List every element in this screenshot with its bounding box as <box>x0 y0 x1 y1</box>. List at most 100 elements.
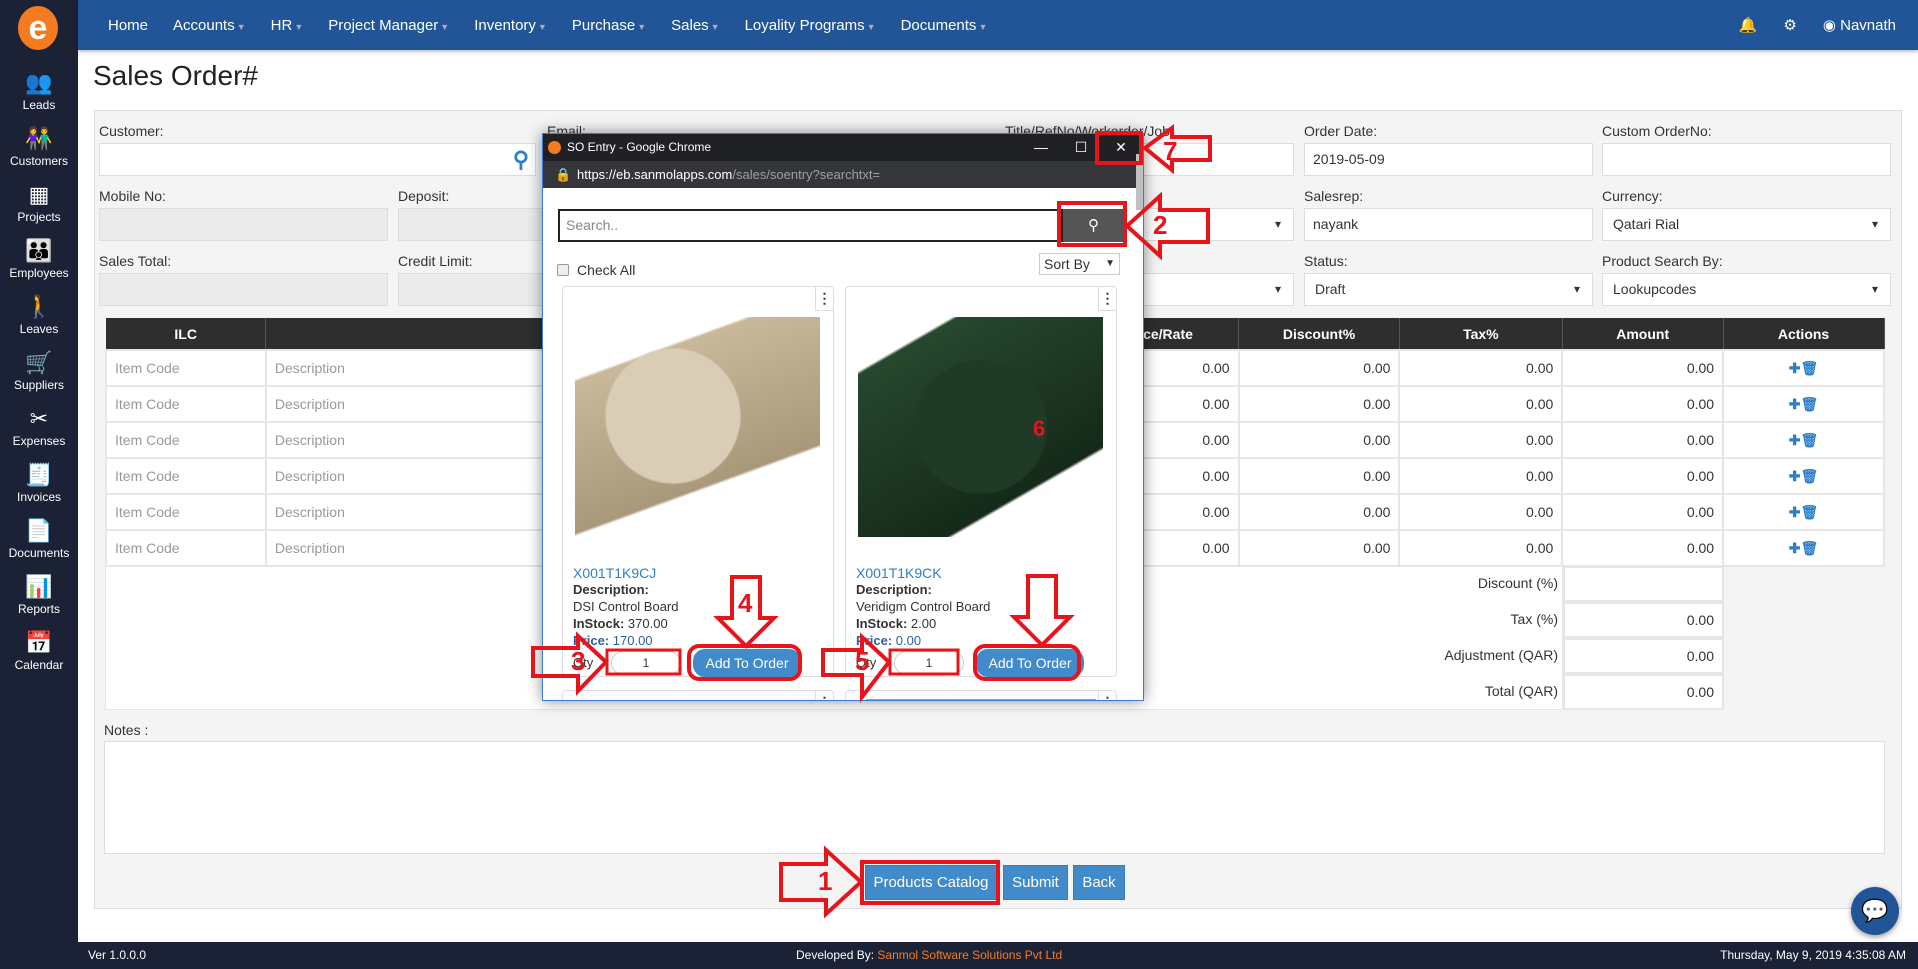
chat-icon[interactable]: 💬 <box>1851 887 1899 935</box>
product-code-link[interactable]: X001T1K9CK <box>856 565 942 581</box>
nav-loyality-programs[interactable]: Loyality Programs ▼ <box>745 17 876 34</box>
nav-documents[interactable]: Documents ▼ <box>901 17 988 34</box>
more-options-icon[interactable]: ⋮ <box>1098 287 1116 311</box>
trash-icon[interactable]: 🗑 <box>1801 504 1819 520</box>
status-select[interactable]: Draft <box>1304 273 1593 306</box>
discount-input[interactable]: 0.00 <box>1237 385 1401 423</box>
add-row-icon[interactable]: ✚ <box>1789 504 1801 520</box>
tax-input[interactable]: 0.00 <box>1398 349 1564 387</box>
maximize-button[interactable]: ☐ <box>1061 134 1101 161</box>
tax-input[interactable]: 0.00 <box>1398 529 1564 567</box>
currency-select[interactable]: Qatari Rial <box>1602 208 1891 241</box>
sidebar-item-documents[interactable]: 📄 Documents <box>0 518 78 560</box>
product-search-select[interactable]: Lookupcodes <box>1602 273 1891 306</box>
trash-icon[interactable]: 🗑 <box>1801 396 1819 412</box>
nav-purchase[interactable]: Purchase ▼ <box>572 17 646 34</box>
customer-input[interactable]: ⚲ <box>99 143 536 176</box>
check-all-checkbox[interactable] <box>557 264 569 276</box>
qty-input[interactable]: 1 <box>611 651 681 675</box>
row-actions: ✚🗑 <box>1722 349 1885 387</box>
summary-value[interactable] <box>1563 566 1724 602</box>
nav-project-manager[interactable]: Project Manager ▼ <box>328 17 449 34</box>
so-entry-popup-window: SO Entry - Google Chrome — ☐ ✕ 🔒 https:/… <box>542 133 1144 701</box>
scrollbar[interactable] <box>1136 154 1143 210</box>
sidebar-item-suppliers[interactable]: 🛒 Suppliers <box>0 350 78 392</box>
sidebar-item-expenses[interactable]: ✂ Expenses <box>0 406 78 448</box>
salesrep-input[interactable]: nayank <box>1304 208 1593 241</box>
add-row-icon[interactable]: ✚ <box>1789 540 1801 556</box>
sidebar-item-leaves[interactable]: 🚶 Leaves <box>0 294 78 336</box>
tax-input[interactable]: 0.00 <box>1398 493 1564 531</box>
trash-icon[interactable]: 🗑 <box>1801 468 1819 484</box>
lock-icon: 🔒 <box>555 167 572 182</box>
back-button[interactable]: Back <box>1073 865 1125 900</box>
discount-input[interactable]: 0.00 <box>1237 421 1401 459</box>
gears-icon[interactable]: ⚙ <box>1783 16 1796 34</box>
item-code-input[interactable]: Item Code <box>105 385 267 423</box>
tax-input[interactable]: 0.00 <box>1398 385 1564 423</box>
discount-input[interactable]: 0.00 <box>1237 457 1401 495</box>
sidebar-item-leads[interactable]: 👥 Leads <box>0 70 78 112</box>
user-menu[interactable]: ◉ Navnath <box>1823 16 1896 34</box>
trash-icon[interactable]: 🗑 <box>1801 360 1819 376</box>
products-catalog-button[interactable]: Products Catalog <box>865 865 997 900</box>
add-to-order-button[interactable]: Add To Order <box>693 649 801 677</box>
order-date-input[interactable]: 2019-05-09 <box>1304 143 1593 176</box>
add-to-order-button[interactable]: Add To Order <box>976 649 1084 677</box>
minimize-button[interactable]: — <box>1021 134 1061 161</box>
sort-by-select[interactable]: Sort By ▼ <box>1039 253 1120 275</box>
notes-textarea[interactable] <box>104 741 1885 854</box>
nav-hr[interactable]: HR ▼ <box>271 17 304 34</box>
sidebar-item-customers[interactable]: 👫 Customers <box>0 126 78 168</box>
reports-icon: 📊 <box>25 574 53 599</box>
tax-input[interactable]: 0.00 <box>1398 457 1564 495</box>
nav-sales[interactable]: Sales ▼ <box>671 17 719 34</box>
item-code-input[interactable]: Item Code <box>105 349 267 387</box>
qty-input[interactable]: 1 <box>894 651 964 675</box>
summary-value[interactable]: 0.00 <box>1563 638 1724 674</box>
url-path: /sales/soentry?searchtxt= <box>732 167 881 182</box>
sidebar-item-employees[interactable]: 👪 Employees <box>0 238 78 280</box>
more-options-icon[interactable]: ⋮ <box>815 287 833 311</box>
add-row-icon[interactable]: ✚ <box>1789 432 1801 448</box>
sidebar-item-calendar[interactable]: 📅 Calendar <box>0 630 78 672</box>
search-icon[interactable]: ⚲ <box>513 144 529 175</box>
nav-inventory[interactable]: Inventory ▼ <box>474 17 547 34</box>
nav-accounts[interactable]: Accounts ▼ <box>173 17 246 34</box>
sidebar-item-reports[interactable]: 📊 Reports <box>0 574 78 616</box>
discount-input[interactable]: 0.00 <box>1237 529 1401 567</box>
custom-orderno-input[interactable] <box>1602 143 1891 176</box>
datetime: Thursday, May 9, 2019 4:35:08 AM <box>1720 948 1906 962</box>
discount-input[interactable]: 0.00 <box>1237 349 1401 387</box>
item-code-input[interactable]: Item Code <box>105 529 267 567</box>
step-7: 7 <box>1163 136 1178 166</box>
close-button[interactable]: ✕ <box>1101 134 1141 161</box>
product-search-button[interactable]: ⚲ <box>1063 209 1124 242</box>
trash-icon[interactable]: 🗑 <box>1801 432 1819 448</box>
mobile-input[interactable] <box>99 208 388 241</box>
dev-company-link[interactable]: Sanmol Software Solutions Pvt Ltd <box>877 948 1062 962</box>
item-code-input[interactable]: Item Code <box>105 457 267 495</box>
product-code-link[interactable]: X001T1K9CJ <box>573 565 656 581</box>
submit-button[interactable]: Submit <box>1003 865 1068 900</box>
product-search-input[interactable]: Search.. <box>558 209 1063 242</box>
bell-icon[interactable]: 🔔 <box>1739 16 1758 34</box>
summary-label: Total (QAR) <box>1484 683 1558 699</box>
tax-input[interactable]: 0.00 <box>1398 421 1564 459</box>
app-logo[interactable]: e <box>18 6 58 50</box>
trash-icon[interactable]: 🗑 <box>1801 540 1819 556</box>
sidebar-item-projects[interactable]: ▦ Projects <box>0 182 78 224</box>
nav-home[interactable]: Home <box>108 17 148 34</box>
caret-down-icon: ▼ <box>978 21 988 32</box>
summary-value[interactable]: 0.00 <box>1563 674 1724 710</box>
check-all[interactable]: Check All <box>557 262 635 278</box>
add-row-icon[interactable]: ✚ <box>1789 396 1801 412</box>
sidebar-item-invoices[interactable]: 🧾 Invoices <box>0 462 78 504</box>
add-row-icon[interactable]: ✚ <box>1789 468 1801 484</box>
item-code-input[interactable]: Item Code <box>105 493 267 531</box>
add-row-icon[interactable]: ✚ <box>1789 360 1801 376</box>
item-code-input[interactable]: Item Code <box>105 421 267 459</box>
summary-value[interactable]: 0.00 <box>1563 602 1724 638</box>
discount-input[interactable]: 0.00 <box>1237 493 1401 531</box>
app-favicon-icon <box>548 141 561 154</box>
